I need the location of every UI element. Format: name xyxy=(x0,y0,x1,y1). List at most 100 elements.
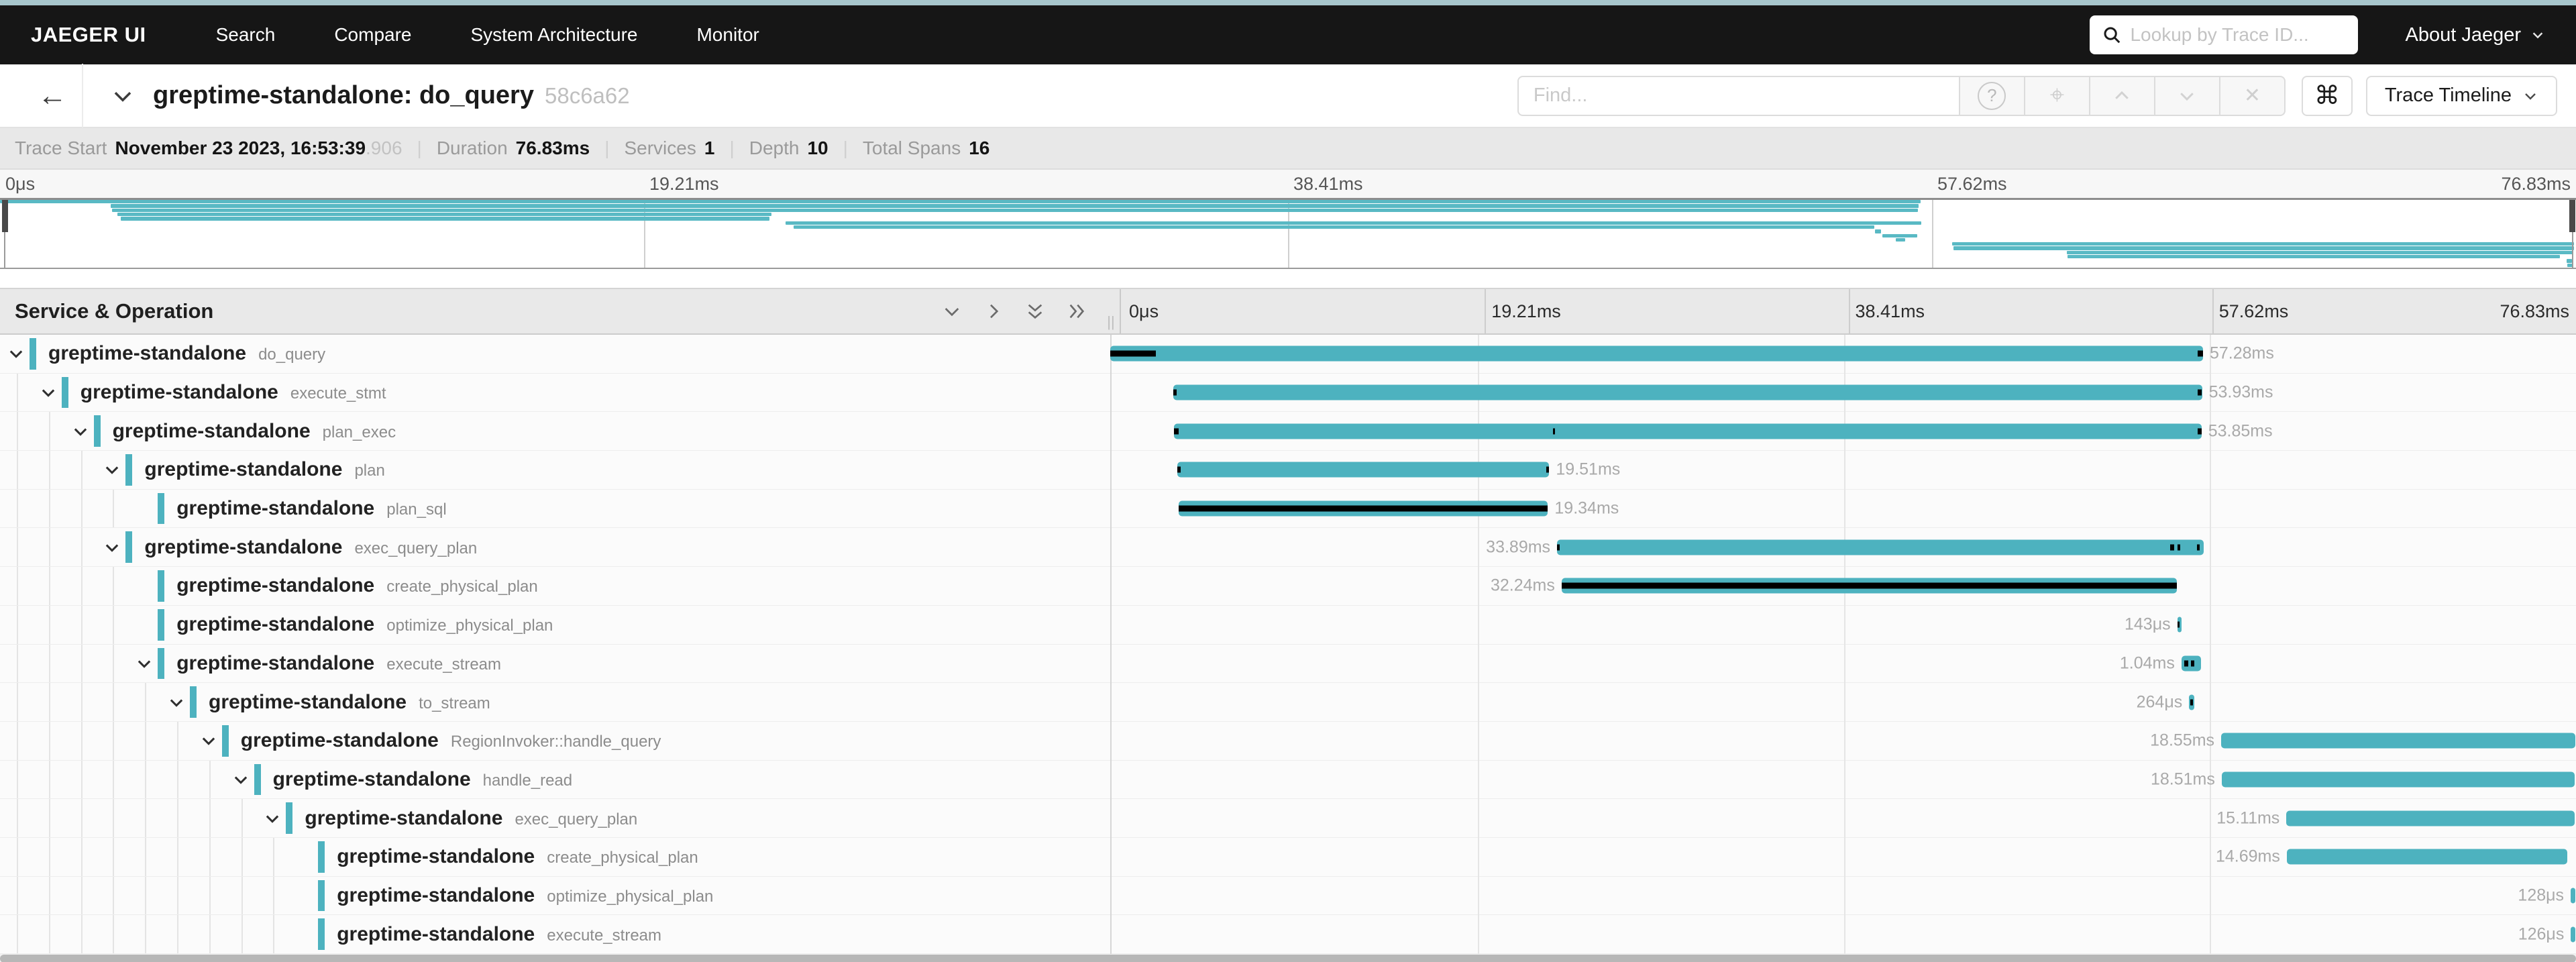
indent-guide xyxy=(17,606,18,644)
span-duration-bar[interactable] xyxy=(1174,423,2201,439)
collapse-all-button[interactable] xyxy=(1024,301,1046,322)
back-arrow-button[interactable]: ← xyxy=(23,81,82,111)
span-duration-bar[interactable] xyxy=(1557,539,2204,555)
span-duration-bar[interactable] xyxy=(2571,926,2575,942)
span-row-timeline-cell[interactable]: 18.51ms xyxy=(1110,761,2576,799)
span-row[interactable]: greptime-standalonecreate_physical_plan3… xyxy=(0,567,2576,606)
span-name-label: greptime-standaloneexecute_stmt xyxy=(80,381,386,404)
span-row-timeline-cell[interactable]: 18.55ms xyxy=(1110,722,2576,760)
keyboard-shortcuts-button[interactable]: ⌘ xyxy=(2302,76,2353,116)
span-row-timeline-cell[interactable]: 53.85ms xyxy=(1110,412,2576,450)
span-duration-bar[interactable] xyxy=(1110,346,2203,362)
span-row[interactable]: greptime-standaloneRegionInvoker::handle… xyxy=(0,722,2576,761)
view-selector-button[interactable]: Trace Timeline xyxy=(2366,76,2557,116)
span-row[interactable]: greptime-standaloneplan19.51ms xyxy=(0,451,2576,490)
expand-all-button[interactable] xyxy=(1066,301,1087,322)
span-row-name-cell[interactable]: greptime-standaloneexec_query_plan xyxy=(0,799,1110,837)
span-row-timeline-cell[interactable]: 264μs xyxy=(1110,683,2576,721)
find-next-button[interactable] xyxy=(2155,76,2220,116)
span-row[interactable]: greptime-standalonehandle_read18.51ms xyxy=(0,761,2576,800)
span-row[interactable]: greptime-standaloneoptimize_physical_pla… xyxy=(0,877,2576,916)
span-row-name-cell[interactable]: greptime-standaloneoptimize_physical_pla… xyxy=(0,606,1110,644)
trace-collapse-chevron[interactable] xyxy=(110,83,136,109)
span-duration-bar[interactable] xyxy=(2286,810,2575,826)
span-row-name-cell[interactable]: greptime-standalonecreate_physical_plan xyxy=(0,838,1110,876)
chevron-down-icon xyxy=(103,460,121,479)
span-row[interactable]: greptime-standaloneplan_sql19.34ms xyxy=(0,490,2576,529)
find-input[interactable] xyxy=(1517,76,1960,116)
span-expand-chevron[interactable] xyxy=(263,809,282,828)
chevron-down-icon xyxy=(2177,86,2197,106)
span-duration-bar[interactable] xyxy=(2571,888,2575,903)
span-row-name-cell[interactable]: greptime-standaloneRegionInvoker::handle… xyxy=(0,722,1110,760)
nav-item-compare[interactable]: Compare xyxy=(305,24,441,46)
span-row-timeline-cell[interactable]: 57.28ms xyxy=(1110,335,2576,373)
span-row[interactable]: greptime-standaloneexecute_stream126μs xyxy=(0,915,2576,954)
span-row-timeline-cell[interactable]: 14.69ms xyxy=(1110,838,2576,876)
collapse-one-button[interactable] xyxy=(941,301,963,322)
span-row-timeline-cell[interactable]: 143μs xyxy=(1110,606,2576,644)
span-row-timeline-cell[interactable]: 19.51ms xyxy=(1110,451,2576,489)
find-help-button[interactable]: ? xyxy=(1960,76,2025,116)
span-row-name-cell[interactable]: greptime-standalonehandle_read xyxy=(0,761,1110,799)
minimap-canvas[interactable] xyxy=(0,198,2576,269)
span-duration-bar[interactable] xyxy=(2221,733,2575,749)
span-row[interactable]: greptime-standaloneoptimize_physical_pla… xyxy=(0,606,2576,645)
trace-lookup-box[interactable] xyxy=(2090,15,2358,54)
scrollbar-thumb[interactable] xyxy=(0,955,2576,962)
span-duration-bar[interactable] xyxy=(1177,462,1550,478)
span-expand-chevron[interactable] xyxy=(39,383,58,402)
minimap-right-scrubber[interactable] xyxy=(2569,200,2575,232)
span-row-name-cell[interactable]: greptime-standaloneoptimize_physical_pla… xyxy=(0,877,1110,915)
span-expand-chevron[interactable] xyxy=(167,693,186,712)
span-row-timeline-cell[interactable]: 1.04ms xyxy=(1110,645,2576,683)
nav-item-monitor[interactable]: Monitor xyxy=(667,24,788,46)
span-expand-chevron[interactable] xyxy=(135,654,154,673)
find-clear-button[interactable]: ✕ xyxy=(2220,76,2286,116)
span-row[interactable]: greptime-standalonecreate_physical_plan1… xyxy=(0,838,2576,877)
span-row-name-cell[interactable]: greptime-standaloneexecute_stream xyxy=(0,915,1110,953)
nav-item-search[interactable]: Search xyxy=(186,24,305,46)
span-row-name-cell[interactable]: greptime-standalonecreate_physical_plan xyxy=(0,567,1110,605)
span-row-name-cell[interactable]: greptime-standalonedo_query xyxy=(0,335,1110,373)
span-row-name-cell[interactable]: greptime-standaloneexec_query_plan xyxy=(0,528,1110,566)
span-row-timeline-cell[interactable]: 126μs xyxy=(1110,915,2576,953)
span-row[interactable]: greptime-standaloneexec_query_plan33.89m… xyxy=(0,528,2576,567)
span-row-name-cell[interactable]: greptime-standaloneplan_exec xyxy=(0,412,1110,450)
span-row[interactable]: greptime-standaloneexecute_stream1.04ms xyxy=(0,645,2576,684)
span-row-timeline-cell[interactable]: 33.89ms xyxy=(1110,528,2576,566)
span-row-name-cell[interactable]: greptime-standaloneplan xyxy=(0,451,1110,489)
span-row-name-cell[interactable]: greptime-standaloneto_stream xyxy=(0,683,1110,721)
span-duration-bar[interactable] xyxy=(2287,849,2567,865)
span-row-timeline-cell[interactable]: 32.24ms xyxy=(1110,567,2576,605)
span-row[interactable]: greptime-standaloneexec_query_plan15.11m… xyxy=(0,799,2576,838)
span-expand-chevron[interactable] xyxy=(199,731,218,750)
trace-lookup-input[interactable] xyxy=(2130,24,2346,46)
span-row-name-cell[interactable]: greptime-standaloneplan_sql xyxy=(0,490,1110,528)
expand-one-button[interactable] xyxy=(983,301,1004,322)
minimap-left-scrubber[interactable] xyxy=(2,200,8,232)
find-prev-button[interactable] xyxy=(2090,76,2155,116)
span-row-timeline-cell[interactable]: 53.93ms xyxy=(1110,374,2576,412)
span-row[interactable]: greptime-standaloneplan_exec53.85ms xyxy=(0,412,2576,451)
span-duration-bar[interactable] xyxy=(1173,385,2202,400)
span-row-name-cell[interactable]: greptime-standaloneexecute_stmt xyxy=(0,374,1110,412)
find-focus-button[interactable]: ⌖ xyxy=(2025,76,2090,116)
span-row-timeline-cell[interactable]: 128μs xyxy=(1110,877,2576,915)
span-row[interactable]: greptime-standalonedo_query57.28ms xyxy=(0,335,2576,374)
span-row-name-cell[interactable]: greptime-standaloneexecute_stream xyxy=(0,645,1110,683)
nav-item-system-architecture[interactable]: System Architecture xyxy=(441,24,667,46)
span-expand-chevron[interactable] xyxy=(7,344,25,363)
horizontal-scrollbar[interactable] xyxy=(0,954,2576,962)
span-expand-chevron[interactable] xyxy=(231,770,250,789)
span-expand-chevron[interactable] xyxy=(103,538,121,557)
span-row[interactable]: greptime-standaloneexecute_stmt 53.93ms xyxy=(0,374,2576,413)
span-duration-bar[interactable] xyxy=(2222,771,2575,787)
span-row-timeline-cell[interactable]: 19.34ms xyxy=(1110,490,2576,528)
span-row[interactable]: greptime-standaloneto_stream264μs xyxy=(0,683,2576,722)
column-resizer-handle[interactable]: || xyxy=(1106,289,1116,333)
span-expand-chevron[interactable] xyxy=(71,422,90,441)
span-expand-chevron[interactable] xyxy=(103,460,121,479)
span-row-timeline-cell[interactable]: 15.11ms xyxy=(1110,799,2576,837)
about-jaeger-menu[interactable]: About Jaeger xyxy=(2405,24,2545,46)
